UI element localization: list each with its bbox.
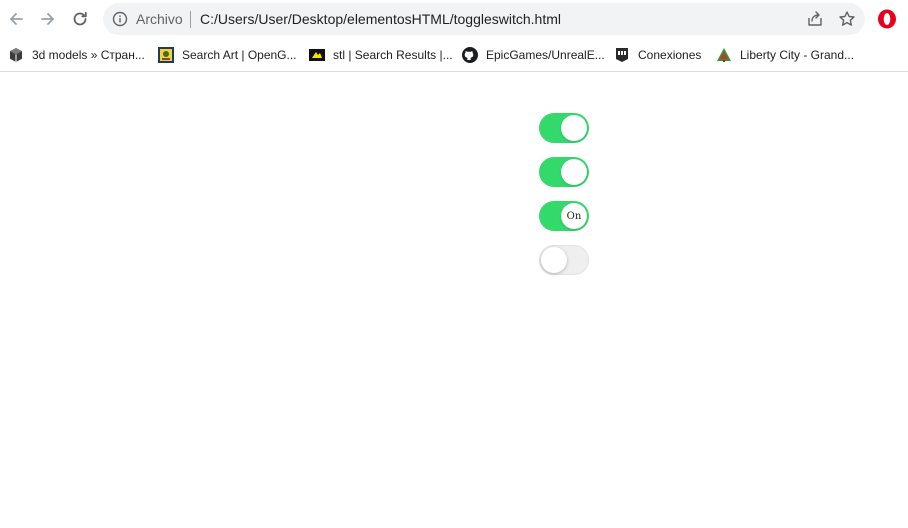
toggle-knob: On — [561, 203, 587, 229]
address-bar[interactable]: Archivo C:/Users/User/Desktop/elementosH… — [103, 3, 865, 35]
reload-button[interactable] — [66, 5, 94, 33]
epic-games-icon — [616, 48, 628, 62]
bookmark-label: 3d models » Стран... — [32, 48, 145, 62]
bookmarks-bar: 3d models » Стран... Search Art | OpenG.… — [0, 38, 908, 72]
bookmark-label: Liberty City - Grand... — [740, 48, 855, 62]
toggle-knob — [561, 159, 587, 185]
stl-icon — [309, 49, 325, 61]
bookmark-label: Conexiones — [638, 48, 702, 62]
forward-button[interactable] — [34, 5, 62, 33]
address-separator — [190, 11, 191, 28]
star-icon[interactable] — [838, 10, 856, 28]
toggle-knob — [541, 247, 567, 273]
toggle-switch-3[interactable]: On — [539, 201, 589, 231]
bookmark-github-unreal[interactable]: EpicGames/UnrealE... — [462, 44, 605, 66]
bookmark-liberty-city[interactable]: Liberty City - Grand... — [716, 44, 854, 66]
toggle-switch-2[interactable] — [539, 157, 589, 187]
url-text[interactable]: C:/Users/User/Desktop/elementosHTML/togg… — [200, 11, 561, 27]
toggle-switch-1[interactable] — [539, 113, 589, 143]
toggle-knob — [561, 115, 587, 141]
bookmark-label: EpicGames/UnrealE... — [486, 48, 605, 62]
share-icon[interactable] — [806, 10, 824, 28]
bookmark-opengameart[interactable]: Search Art | OpenG... — [158, 44, 297, 66]
site-label: Archivo — [136, 11, 183, 27]
browser-toolbar: Archivo C:/Users/User/Desktop/elementosH… — [0, 0, 908, 38]
arrow-left-icon — [10, 13, 23, 25]
bookmark-stl[interactable]: stl | Search Results |... — [309, 44, 453, 66]
github-icon — [462, 47, 478, 63]
bookmark-conexiones[interactable]: Conexiones — [614, 44, 701, 66]
bookmark-3d-models[interactable]: 3d models » Стран... — [8, 44, 145, 66]
info-icon[interactable] — [112, 11, 128, 27]
cube-icon — [10, 48, 22, 62]
opera-extension-icon[interactable] — [877, 9, 897, 29]
reload-icon — [73, 11, 87, 26]
arrow-right-icon — [41, 13, 54, 25]
toggle-switch-4[interactable] — [539, 245, 589, 275]
toggle-on-label: On — [566, 210, 582, 222]
bookmark-label: Search Art | OpenG... — [182, 48, 297, 62]
opengameart-icon — [158, 47, 174, 63]
back-button[interactable] — [2, 5, 30, 33]
tree-icon — [717, 48, 731, 62]
bookmark-label: stl | Search Results |... — [333, 48, 453, 62]
